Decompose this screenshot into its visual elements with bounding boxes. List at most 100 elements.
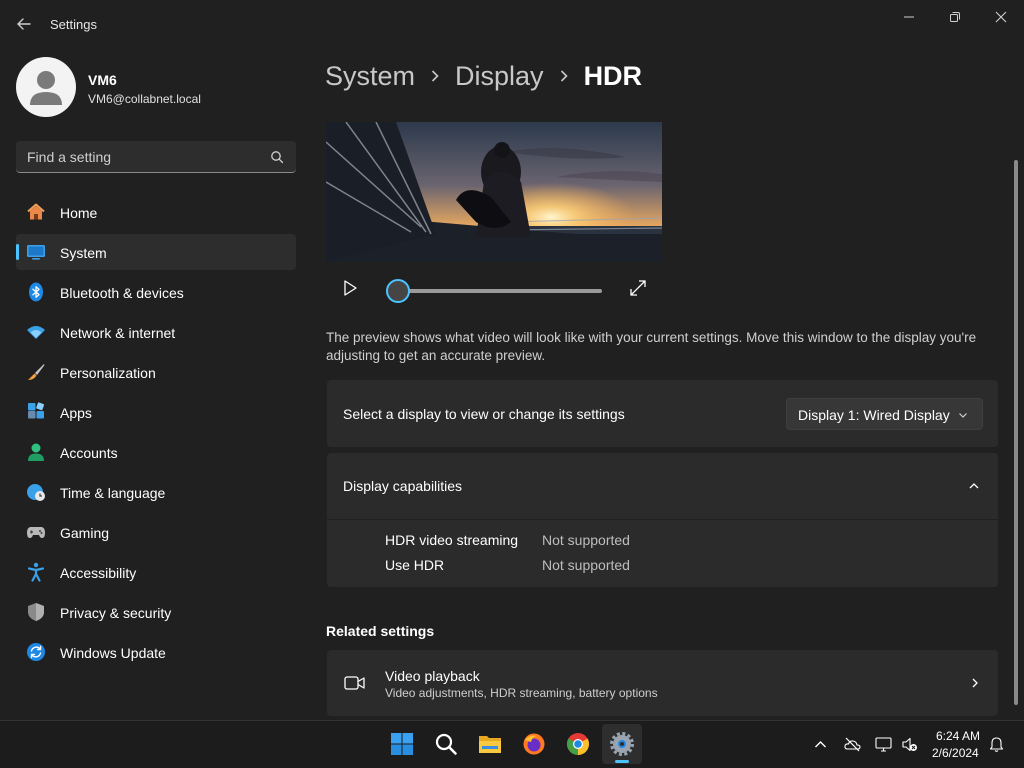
scrollbar[interactable] [1013, 160, 1019, 715]
sidebar-item-accessibility[interactable]: Accessibility [16, 554, 296, 590]
shield-icon [28, 603, 44, 621]
globe-clock-icon [27, 484, 45, 501]
capability-value-use-hdr: Not supported [542, 557, 630, 573]
sidebar-item-label: Accessibility [60, 565, 137, 581]
minimize-icon [904, 16, 914, 18]
home-icon [27, 203, 45, 220]
sidebar-item-personalization[interactable]: Personalization [16, 354, 296, 390]
firefox-icon[interactable] [522, 732, 546, 756]
sidebar-item-label: Windows Update [60, 645, 166, 661]
seek-thumb[interactable] [386, 279, 410, 303]
related-settings-heading: Related settings [326, 623, 435, 639]
volume-muted-icon[interactable] [901, 736, 918, 753]
display-capabilities-body [327, 520, 998, 587]
chrome-icon[interactable] [566, 732, 590, 756]
display-dropdown[interactable]: Display 1: Wired Display [786, 398, 983, 430]
taskbar [0, 720, 1024, 768]
accessibility-icon [27, 562, 45, 582]
windows-start-icon[interactable] [390, 732, 414, 756]
search-icon[interactable] [434, 732, 458, 756]
search-input[interactable]: Find a setting [16, 141, 296, 173]
chevron-up-icon[interactable] [968, 480, 980, 492]
system-icon [27, 245, 45, 260]
back-arrow-icon[interactable] [14, 14, 34, 34]
sidebar-item-label: Gaming [60, 525, 110, 541]
user-email: VM6@collabnet.local [88, 92, 201, 106]
sidebar-item-label: Time & language [60, 485, 166, 501]
display-capabilities-header[interactable]: Display capabilities [327, 453, 998, 519]
maximize-button[interactable] [932, 6, 978, 28]
user-name: VM6 [88, 72, 117, 88]
chevron-right-icon [431, 70, 439, 82]
chevron-up-icon[interactable] [812, 736, 829, 753]
restore-icon [950, 12, 960, 22]
sidebar-item-label: Privacy & security [60, 605, 172, 621]
close-button[interactable] [978, 6, 1024, 28]
sidebar-item-gaming[interactable]: Gaming [16, 514, 296, 550]
sidebar-item-label: Network & internet [60, 325, 176, 341]
sidebar-nav: Home System Bluetooth & devices Network … [16, 194, 296, 674]
clock-date[interactable]: 2/6/2024 [932, 746, 979, 760]
hdr-video-preview [326, 122, 662, 262]
preview-description: The preview shows what video will look l… [326, 330, 977, 363]
network-monitor-icon[interactable] [875, 736, 892, 753]
fullscreen-button[interactable] [627, 277, 649, 299]
notification-bell-icon[interactable] [988, 736, 1005, 753]
sidebar-item-label: Personalization [60, 365, 156, 381]
video-playback-link[interactable]: Video playback Video adjustments, HDR st… [327, 650, 998, 716]
minimize-button[interactable] [886, 6, 932, 28]
display-dropdown-value: Display 1: Wired Display [798, 407, 950, 423]
onedrive-offline-icon[interactable] [844, 736, 861, 753]
video-playback-subtitle: Video adjustments, HDR streaming, batter… [385, 686, 658, 700]
accounts-icon [28, 443, 44, 461]
title-bar: Settings [0, 0, 1024, 48]
avatar [16, 57, 76, 117]
sidebar-item-time-language[interactable]: Time & language [16, 474, 296, 510]
video-playback-title: Video playback [385, 668, 480, 684]
sidebar-item-label: Apps [60, 405, 92, 421]
chevron-right-icon [972, 678, 978, 688]
active-app-indicator [615, 760, 629, 763]
sidebar-item-home[interactable]: Home [16, 194, 296, 230]
sidebar-item-accounts[interactable]: Accounts [16, 434, 296, 470]
sidebar-item-label: Bluetooth & devices [60, 285, 184, 301]
close-icon [995, 11, 1007, 23]
person-icon [30, 71, 62, 105]
sidebar-item-apps[interactable]: Apps [16, 394, 296, 430]
sidebar-item-system[interactable]: System [16, 234, 296, 270]
sidebar-item-network[interactable]: Network & internet [16, 314, 296, 350]
display-capabilities-title: Display capabilities [343, 478, 463, 494]
sidebar-item-privacy[interactable]: Privacy & security [16, 594, 296, 630]
clock-time[interactable]: 6:24 AM [936, 729, 980, 743]
play-button[interactable] [339, 277, 361, 299]
capability-label-hdr-streaming: HDR video streaming [385, 532, 519, 548]
apps-icon [28, 402, 45, 419]
chevron-down-icon [959, 413, 967, 418]
sidebar-item-label: System [60, 245, 107, 261]
settings-gear-icon[interactable] [610, 732, 634, 756]
scrollbar-thumb[interactable] [1014, 160, 1018, 705]
sidebar-item-bluetooth[interactable]: Bluetooth & devices [16, 274, 296, 310]
breadcrumb-system[interactable]: System [325, 61, 415, 92]
capability-label-use-hdr: Use HDR [385, 557, 445, 573]
chevron-right-icon [560, 70, 568, 82]
breadcrumb: System Display HDR [325, 58, 642, 94]
seek-bar[interactable] [398, 289, 602, 293]
file-explorer-icon[interactable] [478, 732, 502, 756]
sidebar-item-label: Accounts [60, 445, 118, 461]
bluetooth-icon [29, 282, 43, 302]
gamepad-icon [27, 527, 45, 538]
breadcrumb-hdr: HDR [583, 60, 643, 91]
app-title: Settings [50, 17, 97, 32]
search-placeholder: Find a setting [27, 149, 112, 165]
search-icon [271, 151, 284, 164]
video-camera-icon [344, 676, 365, 690]
breadcrumb-display[interactable]: Display [455, 61, 544, 92]
capability-value-hdr-streaming: Not supported [542, 532, 630, 548]
display-select-label: Select a display to view or change its s… [343, 406, 625, 422]
sidebar-item-windows-update[interactable]: Windows Update [16, 634, 296, 670]
brush-icon [28, 364, 45, 380]
sidebar-item-label: Home [60, 205, 98, 221]
update-icon [27, 643, 45, 661]
wifi-icon [27, 326, 45, 339]
